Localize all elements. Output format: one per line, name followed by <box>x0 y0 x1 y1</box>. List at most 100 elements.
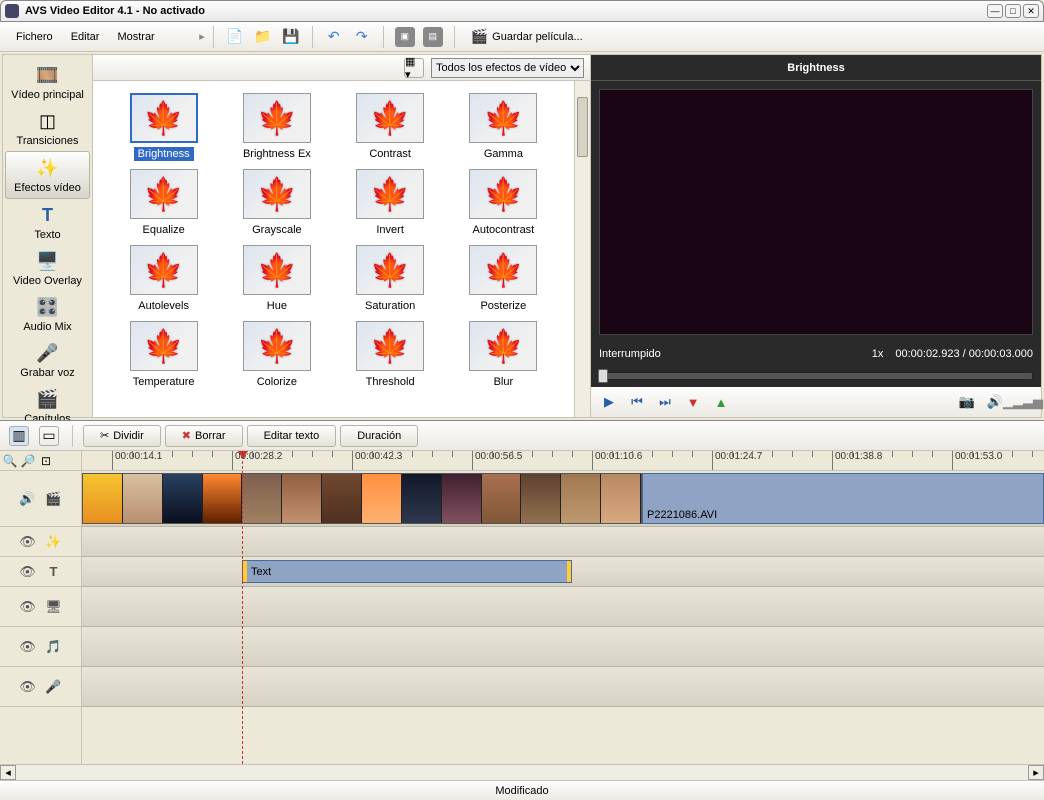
duration-button[interactable]: Duración <box>340 425 418 447</box>
eye-icon[interactable]: 👁 <box>19 533 37 551</box>
nav-video-effects[interactable]: ✨Efectos vídeo <box>5 151 90 199</box>
scroll-left-icon[interactable]: ◂ <box>0 765 16 780</box>
effect-item-hue[interactable]: 🍁Hue <box>222 245 331 313</box>
preview-canvas <box>599 89 1033 335</box>
mic-icon[interactable]: 🎤 <box>45 678 63 696</box>
status-bar: Modificado <box>0 780 1044 800</box>
zoom-in-icon[interactable]: 🔍 <box>2 453 18 469</box>
play-button[interactable]: ▶ <box>599 392 619 412</box>
effect-item-equalize[interactable]: 🍁Equalize <box>109 169 218 237</box>
close-button[interactable]: ✕ <box>1023 4 1039 18</box>
effect-label: Colorize <box>253 375 301 389</box>
effect-item-autolevels[interactable]: 🍁Autolevels <box>109 245 218 313</box>
effects-track[interactable] <box>82 527 1044 557</box>
timeline-ruler[interactable]: 00:00:14.100:00:28.200:00:42.300:00:56.5… <box>82 451 1044 471</box>
next-frame-button[interactable]: ⏭ <box>655 392 675 412</box>
effect-label: Brightness Ex <box>239 147 315 161</box>
delete-button[interactable]: ✖Borrar <box>165 425 243 447</box>
undo-icon[interactable]: ↶ <box>324 27 344 47</box>
grid-view-icon[interactable]: ▦ ▾ <box>404 58 424 78</box>
split-button[interactable]: ✂Dividir <box>83 425 161 447</box>
save-icon[interactable]: 💾 <box>281 27 301 47</box>
prev-frame-button[interactable]: ⏮ <box>627 392 647 412</box>
effect-item-contrast[interactable]: 🍁Contrast <box>336 93 445 161</box>
timeline-mode-2-icon[interactable]: ▭ <box>39 426 59 446</box>
text-clip[interactable]: Text <box>242 560 572 583</box>
video-track[interactable]: P2221086.AVI <box>82 471 1044 527</box>
nav-transitions[interactable]: ◫Transiciones <box>3 105 92 151</box>
view-mode-1-icon[interactable]: ▣ <box>395 27 415 47</box>
title-bar: AVS Video Editor 4.1 - No activado — □ ✕ <box>0 0 1044 22</box>
nav-main-video[interactable]: 🎞️Vídeo principal <box>3 59 92 105</box>
clapper-icon[interactable]: 🎬 <box>45 490 63 508</box>
effect-label: Equalize <box>139 223 189 237</box>
view-mode-2-icon[interactable]: ▤ <box>423 27 443 47</box>
effect-thumb: 🍁 <box>469 93 537 143</box>
monitor-icon[interactable]: 🖥 <box>45 598 63 616</box>
eye-icon[interactable]: 👁 <box>19 563 37 581</box>
overlay-track[interactable] <box>82 587 1044 627</box>
timeline-mode-1-icon[interactable]: ▥ <box>9 426 29 446</box>
nav-text[interactable]: TTexto <box>3 199 92 245</box>
effects-grid: 🍁Brightness🍁Brightness Ex🍁Contrast🍁Gamma… <box>93 81 574 417</box>
nav-video-overlay[interactable]: 🖥️Video Overlay <box>3 245 92 291</box>
text-track[interactable]: Text <box>82 557 1044 587</box>
effect-item-brightness[interactable]: 🍁Brightness <box>109 93 218 161</box>
nav-record-voice[interactable]: 🎤Grabar voz <box>3 337 92 383</box>
maximize-button[interactable]: □ <box>1005 4 1021 18</box>
effects-scrollbar[interactable] <box>574 81 590 417</box>
effect-label: Grayscale <box>248 223 306 237</box>
timeline-h-scrollbar[interactable]: ◂ ▸ <box>0 764 1044 780</box>
fx-icon[interactable]: ✨ <box>45 533 63 551</box>
audio-track-2[interactable] <box>82 667 1044 707</box>
menu-edit[interactable]: Editar <box>63 27 108 47</box>
edit-text-button[interactable]: Editar texto <box>247 425 337 447</box>
effects-filter-select[interactable]: Todos los efectos de vídeo <box>431 58 584 78</box>
effect-thumb: 🍁 <box>130 93 198 143</box>
eye-icon[interactable]: 👁 <box>19 678 37 696</box>
track-head-effects: 👁✨ <box>0 527 81 557</box>
nav-audio-mix[interactable]: 🎛️Audio Mix <box>3 291 92 337</box>
video-clip-tail[interactable]: P2221086.AVI <box>642 473 1044 524</box>
menu-more-icon[interactable]: ▸ <box>165 30 205 43</box>
menu-view[interactable]: Mostrar <box>109 27 162 47</box>
effect-item-threshold[interactable]: 🍁Threshold <box>336 321 445 389</box>
eye-icon[interactable]: 👁 <box>19 598 37 616</box>
preview-seek-slider[interactable] <box>599 372 1033 380</box>
effect-item-grayscale[interactable]: 🍁Grayscale <box>222 169 331 237</box>
save-movie-button[interactable]: 🎬 Guardar película... <box>463 24 591 49</box>
snapshot-button[interactable]: 📷 <box>957 392 977 412</box>
preview-title: Brightness <box>591 55 1041 81</box>
text-t-icon[interactable]: T <box>45 563 63 581</box>
audio-icon[interactable]: 🎵 <box>45 638 63 656</box>
zoom-fit-icon[interactable]: ⊡ <box>38 453 54 469</box>
effect-item-gamma[interactable]: 🍁Gamma <box>449 93 558 161</box>
volume-bars-icon[interactable]: ▁▂▃▅ <box>1013 392 1033 412</box>
effect-item-blur[interactable]: 🍁Blur <box>449 321 558 389</box>
effect-item-posterize[interactable]: 🍁Posterize <box>449 245 558 313</box>
minimize-button[interactable]: — <box>987 4 1003 18</box>
effect-item-saturation[interactable]: 🍁Saturation <box>336 245 445 313</box>
menu-file[interactable]: Fichero <box>8 27 61 47</box>
speaker-icon[interactable]: 🔊 <box>19 490 37 508</box>
zoom-out-icon[interactable]: 🔎 <box>20 453 36 469</box>
audio-track-1[interactable] <box>82 627 1044 667</box>
mark-out-button[interactable]: ▲ <box>711 392 731 412</box>
effect-thumb: 🍁 <box>243 93 311 143</box>
effect-thumb: 🍁 <box>356 169 424 219</box>
effect-item-autocontrast[interactable]: 🍁Autocontrast <box>449 169 558 237</box>
new-file-icon[interactable]: 📄 <box>225 27 245 47</box>
effect-item-temperature[interactable]: 🍁Temperature <box>109 321 218 389</box>
mark-in-button[interactable]: ▼ <box>683 392 703 412</box>
redo-icon[interactable]: ↷ <box>352 27 372 47</box>
eye-icon[interactable]: 👁 <box>19 638 37 656</box>
volume-button[interactable]: 🔊 <box>985 392 1005 412</box>
effect-item-brightness-ex[interactable]: 🍁 Brightness Ex <box>222 93 331 161</box>
audio-mix-icon: 🎛️ <box>36 295 60 319</box>
app-icon <box>5 4 19 18</box>
effect-item-invert[interactable]: 🍁Invert <box>336 169 445 237</box>
scroll-right-icon[interactable]: ▸ <box>1028 765 1044 780</box>
video-clip-thumbs[interactable] <box>82 473 642 524</box>
effect-item-colorize[interactable]: 🍁Colorize <box>222 321 331 389</box>
open-folder-icon[interactable]: 📁 <box>253 27 273 47</box>
